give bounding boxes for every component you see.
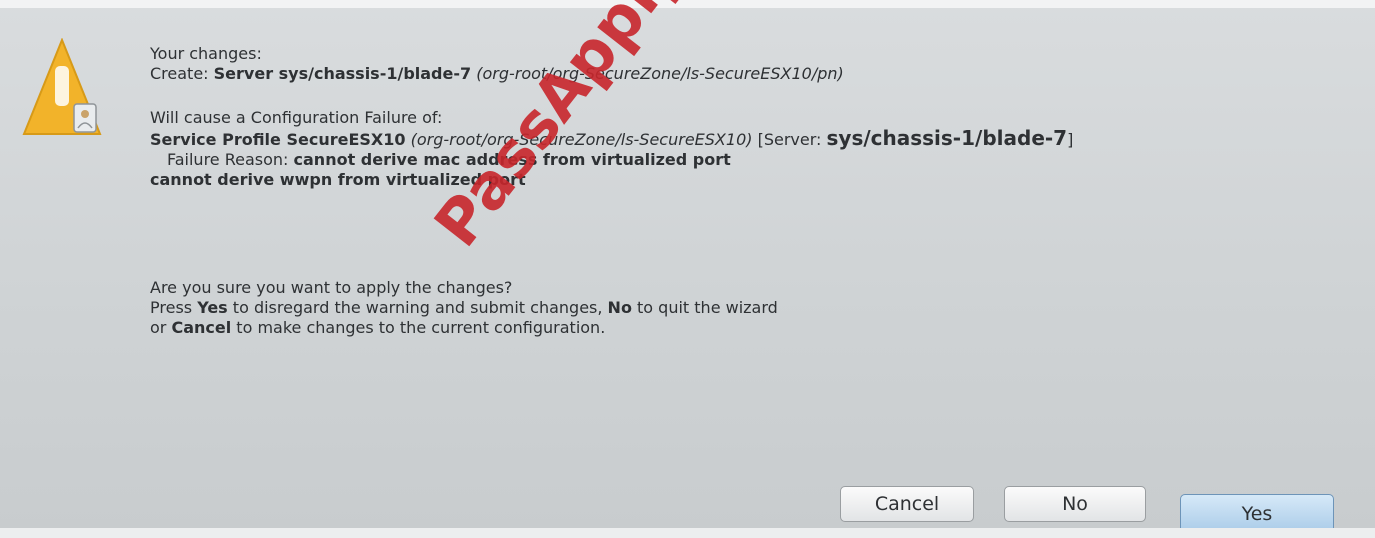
changes-heading: Your changes: [150,44,262,63]
instruction-text: Press [150,298,198,317]
instruction-text: to make changes to the current configura… [231,318,606,337]
dialog-top-edge [0,0,1375,8]
failure-reason-label: Failure Reason: [167,150,294,169]
warning-icon [22,38,102,135]
instruction-cancel: Cancel [171,318,232,337]
dialog-message: Your changes: Create: Server sys/chassis… [150,44,1350,338]
instruction-line-2: or Cancel to make changes to the current… [150,318,1350,338]
create-target: Server sys/chassis-1/blade-7 [213,64,472,83]
failure-reason-mac: cannot derive mac address from virtualiz… [293,150,731,169]
service-profile-path: (org-root/org-SecureZone/ls-SecureESX10) [410,130,753,149]
confirm-question: Are you sure you want to apply the chang… [150,278,513,297]
no-button[interactable]: No [1004,486,1146,522]
server-suffix: ] [1067,130,1074,149]
instruction-text: or [150,318,172,337]
will-cause-text: Will cause a Configuration Failure of: [150,108,443,127]
instruction-line-1: Press Yes to disregard the warning and s… [150,298,1350,318]
failure-reason-wwpn: cannot derive wwpn from virtualized port [150,170,526,189]
cancel-button[interactable]: Cancel [840,486,974,522]
instruction-text: to disregard the warning and submit chan… [227,298,608,317]
instruction-yes: Yes [197,298,228,317]
server-name: sys/chassis-1/blade-7 [826,126,1068,150]
confirmation-dialog: Your changes: Create: Server sys/chassis… [0,0,1375,538]
failure-reason-line-2: cannot derive wwpn from virtualized port [150,170,1350,190]
create-path: (org-root/org-SecureZone/ls-SecureESX10/… [476,64,844,83]
instruction-no: No [607,298,632,317]
create-line: Create: Server sys/chassis-1/blade-7 (or… [150,64,1350,84]
instruction-text: to quit the wizard [631,298,778,317]
dialog-bottom-edge [0,528,1375,538]
failure-reason-line: Failure Reason: cannot derive mac addres… [150,150,1350,170]
server-prefix: [Server: [757,130,827,149]
create-prefix: Create: [150,64,214,83]
failure-line: Service Profile SecureESX10 (org-root/or… [150,128,1350,150]
service-profile-name: Service Profile SecureESX10 [150,130,406,149]
